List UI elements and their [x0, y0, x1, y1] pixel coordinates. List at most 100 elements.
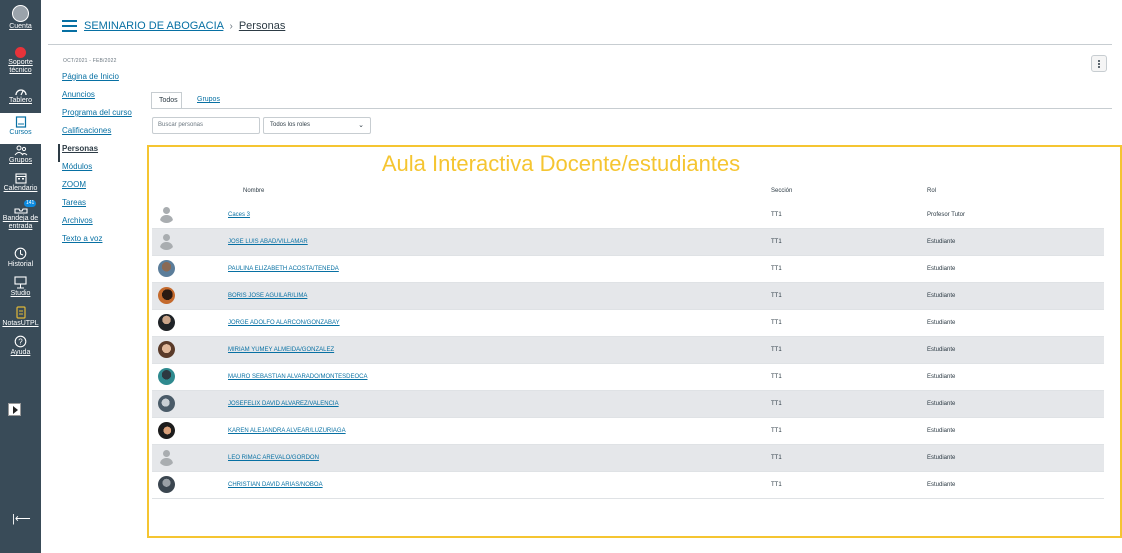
person-section: TT1 — [771, 293, 782, 299]
table-row: PAULINA ELIZABETH ACOSTA/TENEDA TT1 Estu… — [152, 256, 1104, 283]
person-section: TT1 — [771, 428, 782, 434]
table-row: JOSEFELIX DAVID ALVAREZ/VALENCIA TT1 Est… — [152, 391, 1104, 418]
person-section: TT1 — [771, 482, 782, 488]
person-name-link[interactable]: KAREN ALEJANDRA ALVEAR/LUZURIAGA — [228, 428, 346, 434]
gn-help-label: Ayuda — [10, 349, 31, 356]
avatar[interactable] — [158, 476, 175, 493]
avatar[interactable] — [158, 233, 175, 250]
account-avatar-icon — [12, 5, 29, 22]
avatar[interactable] — [158, 422, 175, 439]
person-section: TT1 — [771, 266, 782, 272]
tabs-divider — [151, 108, 1112, 109]
global-nav: Cuenta Soporte técnico Tablero Cursos Gr… — [0, 0, 41, 553]
expand-nav-button[interactable] — [8, 403, 21, 416]
gn-studio[interactable]: Studio — [0, 276, 41, 302]
table-row: LEO RIMAC AREVALO/GORDON TT1 Estudiante — [152, 445, 1104, 472]
book-icon — [15, 116, 26, 128]
gn-history[interactable]: Historial — [0, 247, 41, 273]
person-name-link[interactable]: Caces 3 — [228, 212, 250, 218]
roles-select[interactable]: Todos los roles ⌄ — [263, 117, 371, 134]
avatar[interactable] — [158, 287, 175, 304]
person-role: Estudiante — [927, 347, 956, 353]
person-section: TT1 — [771, 320, 782, 326]
person-name-link[interactable]: JOSEFELIX DAVID ALVAREZ/VALENCIA — [228, 401, 339, 407]
gn-courses-label: Cursos — [9, 129, 32, 136]
hamburger-menu-icon[interactable] — [62, 20, 77, 32]
person-name-link[interactable]: CHRISTIAN DAVID ARIAS/NOBOA — [228, 482, 323, 488]
avatar[interactable] — [158, 395, 175, 412]
breadcrumb: SEMINARIO DE ABOGACIA › Personas — [84, 20, 285, 32]
course-nav-syllabus[interactable]: Programa del curso — [62, 108, 152, 126]
person-role: Estudiante — [927, 320, 956, 326]
person-name-link[interactable]: MIRIAM YUMEY ALMEIDA/GONZALEZ — [228, 347, 334, 353]
person-role: Profesor Tutor — [927, 212, 966, 218]
gn-inbox[interactable]: 141 Bandeja de entrada — [0, 200, 41, 239]
gn-courses[interactable]: Cursos — [0, 113, 41, 144]
search-people-input[interactable]: Buscar personas — [152, 117, 260, 134]
lifebuoy-icon — [15, 47, 26, 58]
table-row: MAURO SEBASTIAN ALVARADO/MONTESDEOCA TT1… — [152, 364, 1104, 391]
gn-inbox-label-1: Bandeja de — [2, 215, 39, 222]
avatar[interactable] — [158, 314, 175, 331]
chevron-down-icon: ⌄ — [358, 122, 364, 129]
course-nav-assignments[interactable]: Tareas — [62, 198, 152, 216]
options-menu-button[interactable] — [1091, 55, 1107, 72]
person-name-link[interactable]: LEO RIMAC AREVALO/GORDON — [228, 455, 319, 461]
person-section: TT1 — [771, 401, 782, 407]
notes-icon — [15, 306, 26, 319]
collapse-nav-icon[interactable]: |⟵ — [12, 512, 31, 525]
course-nav-zoom[interactable]: ZOOM — [62, 180, 152, 198]
course-nav-announcements[interactable]: Anuncios — [62, 90, 152, 108]
table-row: JORGE ADOLFO ALARCON/GONZABAY TT1 Estudi… — [152, 310, 1104, 337]
course-nav-grades[interactable]: Calificaciones — [62, 126, 152, 144]
gn-notas[interactable]: NotasUTPL — [0, 306, 41, 332]
gn-history-label: Historial — [7, 261, 34, 268]
avatar[interactable] — [158, 260, 175, 277]
person-section: TT1 — [771, 239, 782, 245]
tab-todos[interactable]: Todos — [151, 92, 182, 109]
course-term: OCT/2021 - FEB/2022 — [63, 58, 117, 64]
column-header-name: Nombre — [243, 188, 265, 194]
column-header-role: Rol — [927, 188, 937, 194]
gn-support-label-1: Soporte — [8, 59, 33, 66]
gn-notas-label: NotasUTPL — [2, 320, 39, 327]
studio-icon — [14, 276, 27, 289]
gn-help[interactable]: ? Ayuda — [0, 335, 41, 363]
breadcrumb-course-link[interactable]: SEMINARIO DE ABOGACIA — [84, 20, 223, 32]
person-section: TT1 — [771, 374, 782, 380]
person-role: Estudiante — [927, 239, 956, 245]
avatar[interactable] — [158, 206, 175, 223]
person-name-link[interactable]: MAURO SEBASTIAN ALVARADO/MONTESDEOCA — [228, 374, 367, 380]
column-header-section: Sección — [771, 188, 793, 194]
person-role: Estudiante — [927, 482, 956, 488]
breadcrumb-current[interactable]: Personas — [239, 20, 285, 32]
roles-select-value: Todos los roles — [270, 122, 311, 128]
person-name-link[interactable]: JORGE ADOLFO ALARCON/GONZABAY — [228, 320, 340, 326]
course-nav-files[interactable]: Archivos — [62, 216, 152, 234]
gn-support[interactable]: Soporte técnico — [0, 47, 41, 75]
person-role: Estudiante — [927, 266, 956, 272]
person-role: Estudiante — [927, 401, 956, 407]
person-name-link[interactable]: PAULINA ELIZABETH ACOSTA/TENEDA — [228, 266, 339, 272]
person-role: Estudiante — [927, 374, 956, 380]
avatar[interactable] — [158, 368, 175, 385]
help-icon: ? — [14, 335, 27, 348]
avatar[interactable] — [158, 341, 175, 358]
gn-calendar-label: Calendario — [3, 185, 38, 192]
person-name-link[interactable]: JOSE LUIS ABAD/VILLAMAR — [228, 239, 308, 245]
header-divider — [48, 44, 1112, 45]
person-section: TT1 — [771, 212, 782, 218]
table-row: CHRISTIAN DAVID ARIAS/NOBOA TT1 Estudian… — [152, 472, 1104, 499]
dashboard-icon — [14, 89, 27, 96]
course-nav-text-to-speech[interactable]: Texto a voz — [62, 234, 152, 252]
annotation-title: Aula Interactiva Docente/estudiantes — [381, 151, 741, 176]
tab-grupos[interactable]: Grupos — [190, 92, 227, 109]
gn-account[interactable]: Cuenta — [0, 5, 41, 35]
gn-dashboard[interactable]: Tablero — [0, 86, 41, 112]
person-name-link[interactable]: BORIS JOSE AGUILAR/LIMA — [228, 293, 307, 299]
course-nav-home[interactable]: Página de Inicio — [62, 72, 152, 90]
inbox-badge: 141 — [24, 200, 37, 207]
table-row: BORIS JOSE AGUILAR/LIMA TT1 Estudiante — [152, 283, 1104, 310]
gn-account-label: Cuenta — [9, 23, 32, 30]
avatar[interactable] — [158, 449, 175, 466]
